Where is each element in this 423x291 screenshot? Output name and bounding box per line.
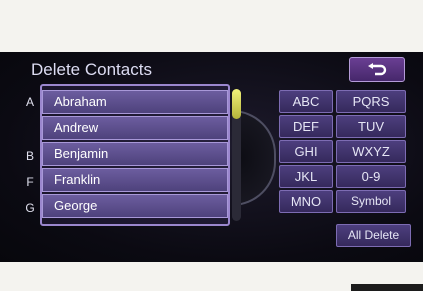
all-delete-button[interactable]: All Delete (336, 224, 411, 247)
return-arrow-icon (368, 62, 387, 75)
contact-row-george[interactable]: George (42, 194, 228, 218)
page-title: Delete Contacts (31, 60, 152, 79)
contact-row-abraham[interactable]: Abraham (42, 90, 228, 114)
key-abc[interactable]: ABC (279, 90, 333, 113)
key-def[interactable]: DEF (279, 115, 333, 138)
key-mno[interactable]: MNO (279, 190, 333, 213)
index-letter-a: A (25, 95, 34, 109)
key-pqrs[interactable]: PQRS (336, 90, 406, 113)
contact-row-andrew[interactable]: Andrew (42, 116, 228, 140)
figure-code-tag (351, 284, 423, 291)
scrollbar-thumb[interactable] (232, 89, 241, 119)
key-wxyz[interactable]: WXYZ (336, 140, 406, 163)
index-letter-g: G (25, 201, 35, 215)
back-button[interactable] (349, 57, 405, 82)
index-letter-b: B (25, 149, 34, 163)
scrollbar[interactable] (232, 89, 241, 221)
contact-row-franklin[interactable]: Franklin (42, 168, 228, 192)
index-letter-f: F (26, 175, 34, 189)
key-0-9[interactable]: 0-9 (336, 165, 406, 188)
key-ghi[interactable]: GHI (279, 140, 333, 163)
contact-row-benjamin[interactable]: Benjamin (42, 142, 228, 166)
key-jkl[interactable]: JKL (279, 165, 333, 188)
navigation-screen: Delete Contacts A B F G Abraham Andrew B… (0, 52, 423, 262)
key-tuv[interactable]: TUV (336, 115, 406, 138)
top-bezel (0, 0, 423, 53)
key-symbol[interactable]: Symbol (336, 190, 406, 213)
